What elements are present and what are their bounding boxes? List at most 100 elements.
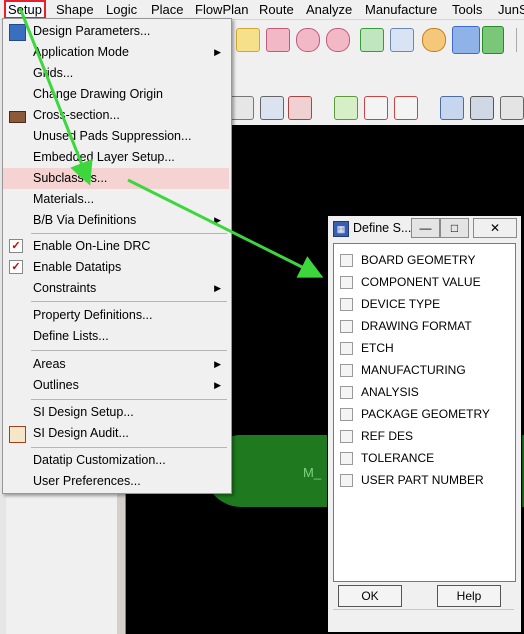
list-item[interactable]: PACKAGE GEOMETRY (334, 403, 515, 425)
list-item[interactable]: ETCH (334, 337, 515, 359)
submenu-arrow-icon: ▶ (214, 359, 221, 369)
zoom-in-icon[interactable] (296, 28, 320, 52)
class-button[interactable] (340, 452, 353, 465)
menu-separator (31, 350, 227, 351)
menu-logic[interactable]: Logic (106, 2, 137, 17)
dimension-icon[interactable] (364, 96, 388, 120)
class-button[interactable] (340, 386, 353, 399)
toolbar-view (230, 20, 524, 58)
place-component-icon[interactable] (334, 96, 358, 120)
menu-item-si-design-audit[interactable]: SI Design Audit... (3, 423, 229, 444)
list-item[interactable]: REF DES (334, 425, 515, 447)
menu-item-application-mode[interactable]: Application Mode ▶ (3, 42, 229, 63)
class-button[interactable] (340, 430, 353, 443)
checkmark-icon: ✓ (9, 260, 23, 274)
list-item[interactable]: MANUFACTURING (334, 359, 515, 381)
si-design-audit-icon (9, 426, 26, 443)
menu-item-datatip-customization[interactable]: Datatip Customization... (3, 450, 229, 471)
submenu-arrow-icon: ▶ (214, 283, 221, 293)
cross-section-icon (9, 111, 26, 123)
menu-place[interactable]: Place (151, 2, 184, 17)
menu-item-outlines[interactable]: Outlines ▶ (3, 375, 229, 396)
menu-item-areas[interactable]: Areas ▶ (3, 354, 229, 375)
columns-icon[interactable] (470, 96, 494, 120)
redraw-icon[interactable] (422, 28, 446, 52)
zoom-center-icon[interactable] (390, 28, 414, 52)
minimize-icon[interactable]: — (411, 218, 440, 238)
flip-design-icon[interactable] (482, 26, 504, 54)
list-item[interactable]: COMPONENT VALUE (334, 271, 515, 293)
menu-item-user-preferences[interactable]: User Preferences... (3, 471, 229, 492)
class-button[interactable] (340, 364, 353, 377)
class-button[interactable] (340, 342, 353, 355)
subclass-list: BOARD GEOMETRY COMPONENT VALUE DEVICE TY… (333, 243, 516, 582)
menu-item-change-drawing-origin[interactable]: Change Drawing Origin (3, 84, 229, 105)
class-button[interactable] (340, 254, 353, 267)
class-button[interactable] (340, 474, 353, 487)
zoom-fit-icon[interactable] (236, 28, 260, 52)
list-item[interactable]: DEVICE TYPE (334, 293, 515, 315)
menu-item-enable-datatips[interactable]: ✓ Enable Datatips (3, 257, 229, 278)
menu-item-design-parameters[interactable]: Design Parameters... (3, 21, 229, 42)
dialog-status-bar (333, 609, 514, 627)
menu-separator (31, 301, 227, 302)
zoom-out-icon[interactable] (326, 28, 350, 52)
menu-manufacture[interactable]: Manufacture (365, 2, 437, 17)
menu-item-unused-pads-suppression[interactable]: Unused Pads Suppression... (3, 126, 229, 147)
class-button[interactable] (340, 408, 353, 421)
maximize-icon[interactable]: □ (440, 218, 469, 238)
3d-view-icon[interactable] (452, 26, 480, 54)
class-button[interactable] (340, 298, 353, 311)
menu-item-si-design-setup[interactable]: SI Design Setup... (3, 402, 229, 423)
menu-separator (31, 447, 227, 448)
zoom-window-icon[interactable] (266, 28, 290, 52)
zoom-previous-icon[interactable] (360, 28, 384, 52)
menu-shape[interactable]: Shape (56, 2, 94, 17)
close-icon[interactable]: ✕ (473, 218, 517, 238)
ok-button[interactable]: OK (338, 585, 402, 607)
delete-shape-icon[interactable] (288, 96, 312, 120)
menu-flowplan[interactable]: FlowPlan (195, 2, 248, 17)
app-icon: ▦ (333, 221, 349, 237)
menu-setup[interactable]: Setup (4, 0, 46, 19)
menu-item-materials[interactable]: Materials... (3, 189, 229, 210)
list-item[interactable]: USER PART NUMBER (334, 469, 515, 491)
canvas-label: M_ (303, 465, 322, 480)
menu-item-cross-section[interactable]: Cross-section... (3, 105, 229, 126)
odb-export-icon[interactable] (440, 96, 464, 120)
menu-item-bb-via-definitions[interactable]: B/B Via Definitions ▶ (3, 210, 229, 231)
toolbar-edit (230, 90, 524, 124)
measure-icon[interactable] (394, 96, 418, 120)
help-button[interactable]: Help (437, 585, 501, 607)
menu-item-property-definitions[interactable]: Property Definitions... (3, 305, 229, 326)
menu-item-subclasses[interactable]: Subclasses... (3, 168, 229, 189)
submenu-arrow-icon: ▶ (214, 47, 221, 57)
submenu-arrow-icon: ▶ (214, 215, 221, 225)
design-parameters-icon (9, 24, 26, 41)
checkmark-icon: ✓ (9, 239, 23, 253)
toolbar-divider (516, 28, 524, 52)
list-item[interactable]: TOLERANCE (334, 447, 515, 469)
menu-item-grids[interactable]: Grids... (3, 63, 229, 84)
menu-item-embedded-layer-setup[interactable]: Embedded Layer Setup... (3, 147, 229, 168)
menu-item-define-lists[interactable]: Define Lists... (3, 326, 229, 347)
submenu-arrow-icon: ▶ (214, 380, 221, 390)
list-item[interactable]: ANALYSIS (334, 381, 515, 403)
list-item[interactable]: BOARD GEOMETRY (334, 249, 515, 271)
class-button[interactable] (340, 320, 353, 333)
shape-icon[interactable] (230, 96, 254, 120)
define-subclass-dialog: ▦ Define S... — □ ✕ BOARD GEOMETRY COMPO… (327, 215, 522, 633)
list-item[interactable]: DRAWING FORMAT (334, 315, 515, 337)
menu-tools[interactable]: Tools (452, 2, 482, 17)
tools-icon[interactable] (500, 96, 524, 120)
menu-analyze[interactable]: Analyze (306, 2, 352, 17)
class-button[interactable] (340, 276, 353, 289)
rectangle-icon[interactable] (260, 96, 284, 120)
menu-separator (31, 233, 227, 234)
menu-junsoft[interactable]: JunS (498, 2, 524, 17)
menu-bar: Setup Shape Logic Place FlowPlan Route A… (0, 0, 524, 20)
dialog-titlebar[interactable]: ▦ Define S... — □ ✕ (328, 216, 521, 240)
menu-item-enable-online-drc[interactable]: ✓ Enable On-Line DRC (3, 236, 229, 257)
menu-route[interactable]: Route (259, 2, 294, 17)
menu-item-constraints[interactable]: Constraints ▶ (3, 278, 229, 299)
